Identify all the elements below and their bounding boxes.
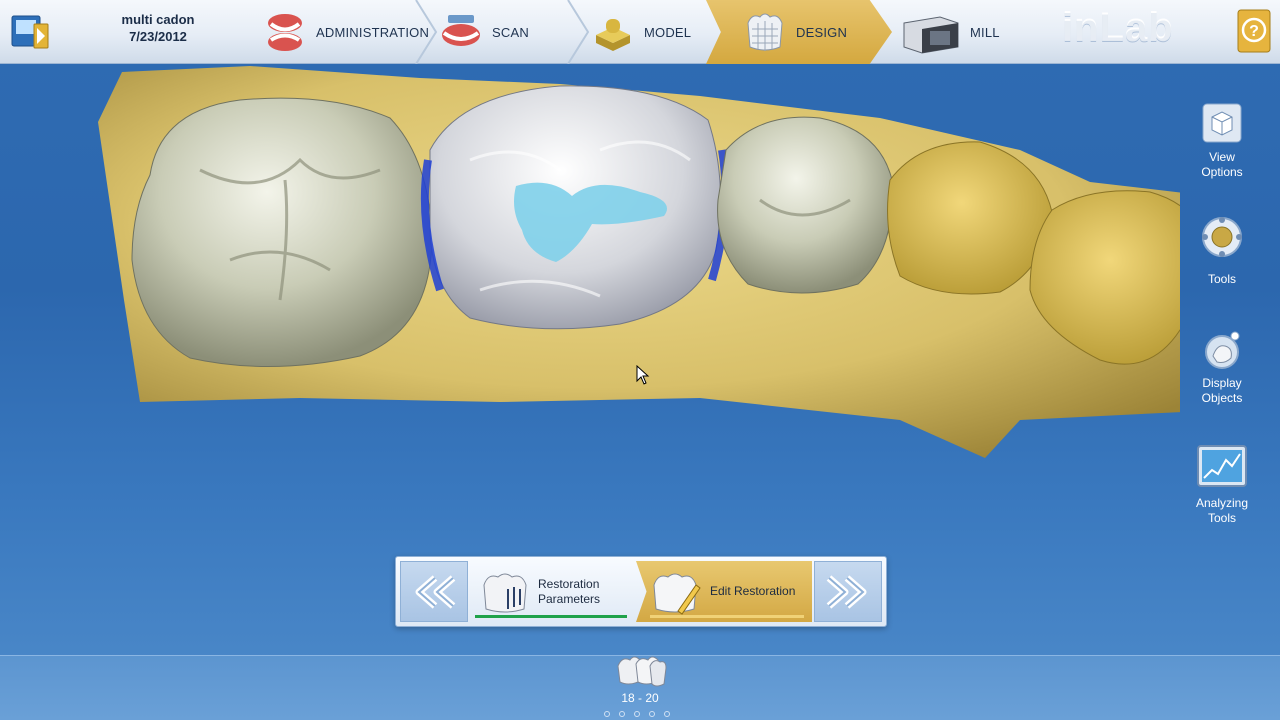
restoration-thumbnail[interactable] [614, 652, 668, 690]
svg-text:?: ? [1249, 23, 1259, 40]
analyzing-tools-label-line2: Tools [1207, 511, 1236, 525]
view-options-cube-icon [1202, 103, 1242, 143]
display-objects-label-line2: Objects [1201, 391, 1243, 405]
view-options-button[interactable]: View Options [1190, 100, 1254, 180]
case-date: 7/23/2012 [129, 29, 187, 44]
analyzing-tools-button[interactable]: Analyzing Tools [1190, 444, 1254, 526]
crown-parameters-icon [483, 573, 527, 612]
view-options-label-line2: Options [1201, 165, 1243, 179]
double-chevron-left-icon [415, 575, 456, 609]
restoration-page-dots [604, 711, 670, 717]
mouse-cursor-icon [636, 365, 650, 385]
step-scan[interactable]: SCAN [438, 0, 568, 64]
page-dot[interactable] [664, 711, 670, 717]
display-objects-label-line1: Display [1202, 376, 1242, 390]
dentures-icon [268, 14, 302, 51]
step-model[interactable]: MODEL [590, 0, 710, 64]
double-chevron-right-icon [826, 575, 867, 609]
display-objects-button[interactable]: Display Objects [1190, 326, 1254, 406]
display-objects-icon [1205, 331, 1240, 369]
phase-edit-restoration[interactable]: Edit Restoration [636, 561, 812, 622]
step-model-label: MODEL [644, 24, 692, 40]
top-workflow-bar: multi cadon 7/23/2012 ADMINISTRATION SCA… [0, 0, 1280, 64]
edit-crown-icon [653, 573, 701, 615]
help-icon[interactable]: ? [1236, 8, 1272, 54]
app-menu-icon[interactable] [8, 10, 52, 52]
design-3d-viewport[interactable] [0, 64, 1180, 544]
next-phase-button[interactable] [814, 561, 882, 622]
step-mill[interactable]: MILL [900, 0, 1020, 64]
model-icon [596, 19, 630, 51]
step-separator-icon [567, 0, 590, 64]
page-dot[interactable] [604, 711, 610, 717]
premolar-tooth [717, 116, 893, 294]
analyzing-tools-icon [1197, 445, 1247, 487]
tools-button[interactable]: Tools [1190, 214, 1254, 287]
step-administration[interactable]: ADMINISTRATION [262, 0, 432, 64]
restoration-parameters-label-line1: Restoration [538, 576, 600, 591]
page-dot[interactable] [649, 711, 655, 717]
previous-phase-button[interactable] [400, 561, 468, 622]
step-scan-label: SCAN [492, 24, 529, 40]
case-info: multi cadon 7/23/2012 [108, 11, 208, 45]
analyzing-tools-label-line1: Analyzing [1195, 496, 1249, 510]
page-dot[interactable] [634, 711, 640, 717]
milling-machine-icon [903, 16, 959, 54]
page-dot[interactable] [619, 711, 625, 717]
tools-wheel-icon [1202, 217, 1242, 257]
edit-restoration-progress [650, 615, 804, 618]
restoration-range: 18 - 20 [621, 691, 659, 705]
brand-logo: inLab [1062, 6, 1174, 50]
crown-design-icon [747, 13, 783, 51]
molar-left [131, 97, 433, 367]
step-design[interactable]: DESIGN [706, 0, 892, 64]
step-design-label: DESIGN [796, 24, 848, 40]
tools-label: Tools [1207, 272, 1236, 286]
step-mill-label: MILL [970, 24, 1000, 40]
scan-dentures-icon [442, 15, 480, 46]
step-administration-label: ADMINISTRATION [316, 24, 430, 40]
phase-navigation: Restoration Parameters Edit Restoration [395, 556, 887, 627]
restoration-parameters-progress [475, 615, 627, 618]
step-separator-icon [415, 0, 438, 64]
phase-restoration-parameters[interactable]: Restoration Parameters [472, 561, 630, 622]
view-options-label-line1: View [1209, 150, 1235, 164]
restoration-parameters-label-line2: Parameters [538, 591, 601, 606]
edit-restoration-label: Edit Restoration [710, 584, 796, 598]
case-name: multi cadon [121, 12, 195, 27]
